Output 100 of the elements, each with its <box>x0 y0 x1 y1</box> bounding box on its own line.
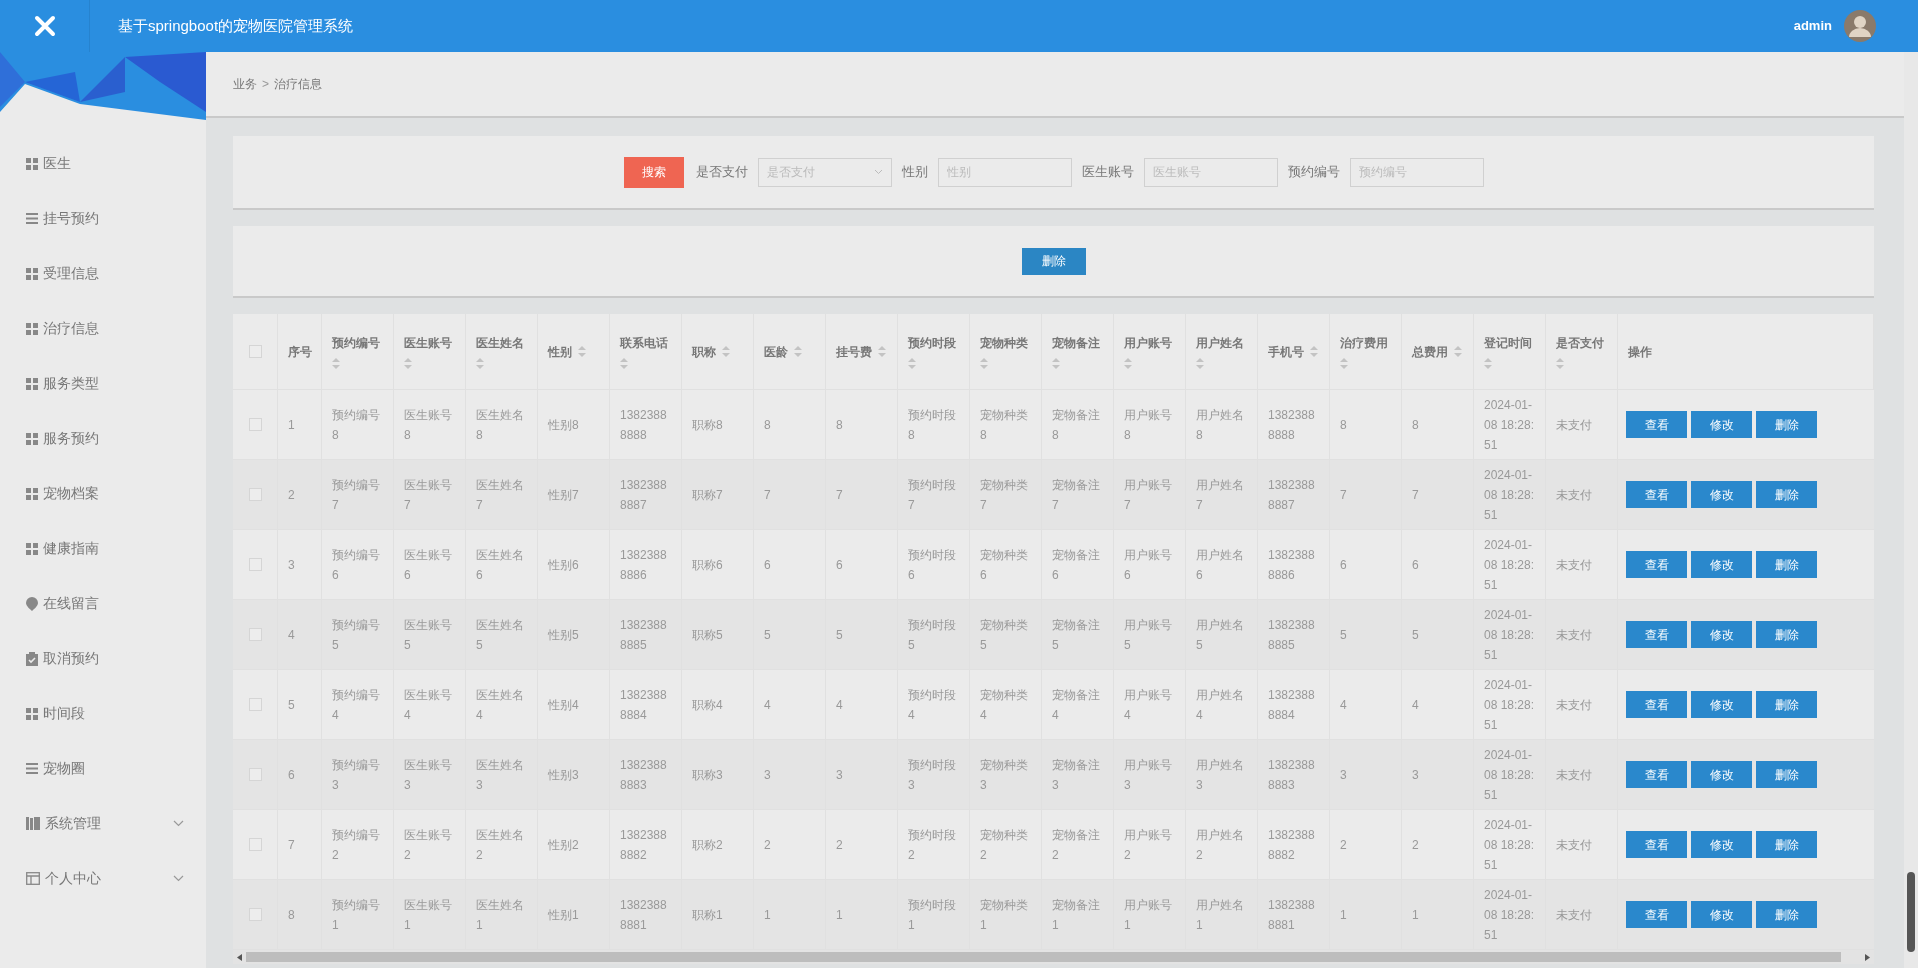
table-cell-text: 预约时段8 <box>908 406 957 444</box>
username[interactable]: admin <box>1793 16 1832 36</box>
sidebar-item[interactable]: 挂号预约 <box>0 191 206 246</box>
checkbox[interactable] <box>248 698 262 711</box>
checkbox[interactable] <box>248 345 262 358</box>
sort-icon[interactable] <box>620 358 628 369</box>
edit-button[interactable]: 修改 <box>1691 761 1752 788</box>
sort-icon[interactable] <box>404 358 412 369</box>
avatar-icon[interactable] <box>1844 10 1876 42</box>
checkbox[interactable] <box>248 768 262 781</box>
table-cell-text: 预约时段1 <box>908 896 957 934</box>
sort-icon[interactable] <box>722 346 730 357</box>
table-cell-text: 13823888881 <box>620 896 668 934</box>
sort-icon[interactable] <box>980 358 988 369</box>
sidebar-item[interactable]: 取消预约 <box>0 631 206 686</box>
table-cell-text: 3 <box>1340 766 1347 784</box>
close-icon[interactable] <box>33 15 56 37</box>
delete-button[interactable]: 删除 <box>1756 831 1817 858</box>
checkbox[interactable] <box>248 628 262 641</box>
scroll-left-icon[interactable] <box>237 953 242 961</box>
delete-button[interactable]: 删除 <box>1021 247 1086 275</box>
delete-button[interactable]: 删除 <box>1756 411 1817 438</box>
grid-icon <box>26 542 38 555</box>
list-icon <box>26 763 38 774</box>
delete-button[interactable]: 删除 <box>1756 551 1817 578</box>
edit-button[interactable]: 修改 <box>1691 831 1752 858</box>
sidebar-item[interactable]: 受理信息 <box>0 246 206 301</box>
edit-button[interactable]: 修改 <box>1691 411 1752 438</box>
delete-button[interactable]: 删除 <box>1756 691 1817 718</box>
scrollbar-thumb[interactable] <box>1907 872 1915 952</box>
view-button[interactable]: 查看 <box>1626 551 1687 578</box>
table-cell-text: 3 <box>836 766 843 784</box>
table-cell-text: 性别8 <box>548 416 579 434</box>
table-cell-text: 未支付 <box>1556 696 1592 714</box>
delete-button[interactable]: 删除 <box>1756 901 1817 928</box>
checkbox[interactable] <box>248 838 262 851</box>
sort-icon[interactable] <box>1052 358 1060 369</box>
edit-button[interactable]: 修改 <box>1691 901 1752 928</box>
sidebar-item[interactable]: 治疗信息 <box>0 301 206 356</box>
view-button[interactable]: 查看 <box>1626 481 1687 508</box>
view-button[interactable]: 查看 <box>1626 901 1687 928</box>
table-cell-text: 13823888886 <box>620 546 668 584</box>
table-cell-text: 预约编号8 <box>332 406 381 444</box>
sidebar-label: 服务类型 <box>43 374 99 393</box>
breadcrumb-item[interactable]: 业务 <box>233 75 257 93</box>
sort-icon[interactable] <box>1196 358 1204 369</box>
sidebar-item[interactable]: 健康指南 <box>0 521 206 576</box>
delete-button[interactable]: 删除 <box>1756 621 1817 648</box>
view-button[interactable]: 查看 <box>1626 621 1687 648</box>
sort-icon[interactable] <box>1340 358 1348 369</box>
edit-button[interactable]: 修改 <box>1691 551 1752 578</box>
sort-icon[interactable] <box>578 346 586 357</box>
sidebar-item[interactable]: 宠物档案 <box>0 466 206 521</box>
sidebar-item[interactable]: 服务类型 <box>0 356 206 411</box>
edit-button[interactable]: 修改 <box>1691 481 1752 508</box>
sort-icon[interactable] <box>1310 346 1318 357</box>
sort-icon[interactable] <box>332 358 340 369</box>
view-button[interactable]: 查看 <box>1626 411 1687 438</box>
sidebar-item[interactable]: 时间段 <box>0 686 206 741</box>
scrollbar-thumb[interactable] <box>246 952 1841 962</box>
sort-icon[interactable] <box>878 346 886 357</box>
sidebar-item[interactable]: 系统管理 <box>0 796 206 851</box>
book-icon <box>26 817 40 830</box>
delete-button[interactable]: 删除 <box>1756 481 1817 508</box>
table-cell-text: 13823888885 <box>1268 616 1316 654</box>
sort-icon[interactable] <box>1124 358 1132 369</box>
sort-icon[interactable] <box>794 346 802 357</box>
view-button[interactable]: 查看 <box>1626 691 1687 718</box>
sidebar-item[interactable]: 宠物圈 <box>0 741 206 796</box>
sidebar-item[interactable]: 医生 <box>0 136 206 191</box>
pin-icon <box>26 596 38 611</box>
checkbox[interactable] <box>248 488 262 501</box>
sidebar-label: 宠物档案 <box>43 484 99 503</box>
column-header: 治疗费用 <box>1340 335 1388 352</box>
table-cell-text: 2024-01-08 18:28:51 <box>1484 536 1535 594</box>
edit-button[interactable]: 修改 <box>1691 691 1752 718</box>
column-header: 预约编号 <box>332 335 380 352</box>
sort-icon[interactable] <box>1556 358 1564 369</box>
sidebar-item[interactable]: 个人中心 <box>0 851 206 906</box>
view-button[interactable]: 查看 <box>1626 831 1687 858</box>
table-cell-text: 2 <box>764 836 771 854</box>
sort-icon[interactable] <box>1484 358 1492 369</box>
edit-button[interactable]: 修改 <box>1691 621 1752 648</box>
checkbox[interactable] <box>248 418 262 431</box>
sidebar-item[interactable]: 在线留言 <box>0 576 206 631</box>
table-cell-text: 医生姓名4 <box>476 686 525 724</box>
search-button[interactable]: 搜索 <box>623 156 684 188</box>
table-cell-text: 未支付 <box>1556 906 1592 924</box>
horizontal-scrollbar[interactable] <box>233 950 1874 964</box>
table-cell-text: 用户账号2 <box>1124 826 1173 864</box>
checkbox[interactable] <box>248 908 262 921</box>
sidebar-item[interactable]: 服务预约 <box>0 411 206 466</box>
sort-icon[interactable] <box>476 358 484 369</box>
delete-button[interactable]: 删除 <box>1756 761 1817 788</box>
checkbox[interactable] <box>248 558 262 571</box>
sort-icon[interactable] <box>908 358 916 369</box>
scroll-right-icon[interactable] <box>1865 953 1870 961</box>
view-button[interactable]: 查看 <box>1626 761 1687 788</box>
sort-icon[interactable] <box>1454 346 1462 357</box>
table-cell-text: 2 <box>288 486 295 504</box>
